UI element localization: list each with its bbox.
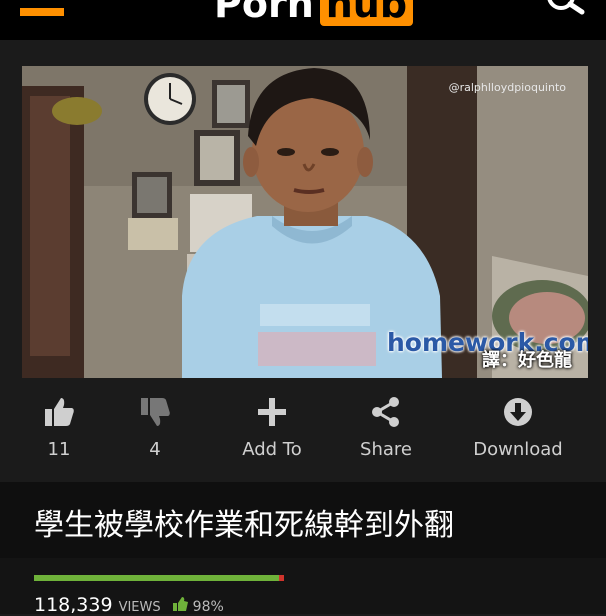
thumbs-up-icon (45, 398, 74, 426)
dislike-count: 4 (149, 439, 161, 460)
header-separator (0, 40, 606, 52)
video-player[interactable]: @ralphlloydpioquinto homework.com 譯：好色龍 (22, 66, 588, 378)
top-header: Porn hub (0, 0, 606, 40)
rating-percent: 98% (192, 599, 224, 615)
share-button[interactable]: Share (331, 395, 441, 470)
video-title: 學生被學校作業和死線幹到外翻 (34, 508, 454, 543)
site-logo[interactable]: Porn hub (214, 0, 414, 26)
thumbs-down-icon (141, 398, 170, 426)
thumbs-up-small-icon (172, 597, 188, 611)
title-section: 學生被學校作業和死線幹到外翻 (0, 482, 606, 558)
like-button[interactable]: 11 (4, 395, 114, 470)
video-actions: 11 4 Add To Share Download (22, 385, 588, 475)
rating-bar-fill (34, 575, 279, 581)
share-label: Share (360, 439, 412, 460)
download-label: Download (473, 439, 563, 460)
views-count: 118,339 (34, 594, 113, 616)
logo-text-part2: hub (319, 0, 414, 26)
stats-section: 118,339 VIEWS 98% (0, 558, 606, 616)
views-label: VIEWS (118, 600, 161, 615)
like-count: 11 (47, 439, 71, 460)
rating-bar (34, 575, 284, 581)
logo-text-part1: Porn (214, 0, 314, 26)
add-to-label: Add To (242, 439, 302, 460)
plus-icon (258, 398, 286, 426)
video-watermark: @ralphlloydpioquinto (448, 81, 566, 94)
views-line: 118,339 VIEWS 98% (34, 594, 224, 616)
add-to-button[interactable]: Add To (217, 395, 327, 470)
search-icon[interactable] (546, 0, 586, 22)
menu-icon[interactable] (20, 8, 64, 16)
dislike-button[interactable]: 4 (100, 395, 210, 470)
download-icon (504, 398, 532, 426)
share-icon (372, 397, 399, 427)
translator-credit: 譯：好色龍 (482, 350, 572, 371)
download-button[interactable]: Download (458, 395, 578, 470)
